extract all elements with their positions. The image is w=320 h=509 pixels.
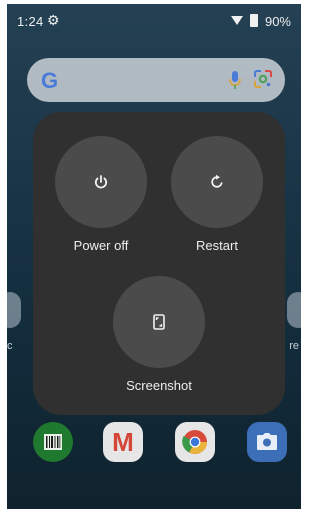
- screenshot-button[interactable]: [113, 276, 205, 368]
- gmail-letter: M: [112, 427, 134, 457]
- home-app-label-right: re: [289, 340, 299, 352]
- restart-button[interactable]: [171, 136, 263, 228]
- home-app-partial-left[interactable]: [7, 292, 21, 328]
- power-off-label: Power off: [73, 238, 129, 253]
- camera-app-icon[interactable]: [247, 422, 287, 462]
- phone-screen: 1:24 ⚙ 90% G c re Power off Restart Scre…: [7, 4, 301, 509]
- google-logo-icon: G: [41, 68, 59, 93]
- gmail-app-icon[interactable]: M: [103, 422, 143, 462]
- home-app-label-left: c: [7, 340, 13, 352]
- google-lens-icon[interactable]: [253, 69, 273, 94]
- power-off-button[interactable]: [55, 136, 147, 228]
- home-app-partial-right[interactable]: [287, 292, 301, 328]
- screenshot-label: Screenshot: [126, 378, 192, 393]
- microphone-icon[interactable]: [229, 70, 241, 95]
- status-bar: 1:24 ⚙ 90%: [7, 4, 301, 38]
- google-search-bar[interactable]: G: [27, 58, 285, 102]
- chrome-app-icon[interactable]: [175, 422, 215, 462]
- restart-icon: [211, 174, 223, 188]
- battery-icon: [250, 14, 259, 27]
- power-icon: [94, 175, 108, 189]
- wifi-icon: [230, 16, 243, 25]
- settings-icon: ⚙: [47, 12, 60, 28]
- barcode-app-icon[interactable]: [33, 422, 73, 462]
- status-indicators: 90%: [230, 14, 291, 29]
- battery-percent: 90%: [264, 14, 291, 29]
- screenshot-icon: [153, 314, 165, 330]
- power-menu-panel: Power off Restart Screenshot: [33, 112, 285, 415]
- status-time: 1:24: [17, 14, 44, 29]
- restart-label: Restart: [196, 238, 238, 253]
